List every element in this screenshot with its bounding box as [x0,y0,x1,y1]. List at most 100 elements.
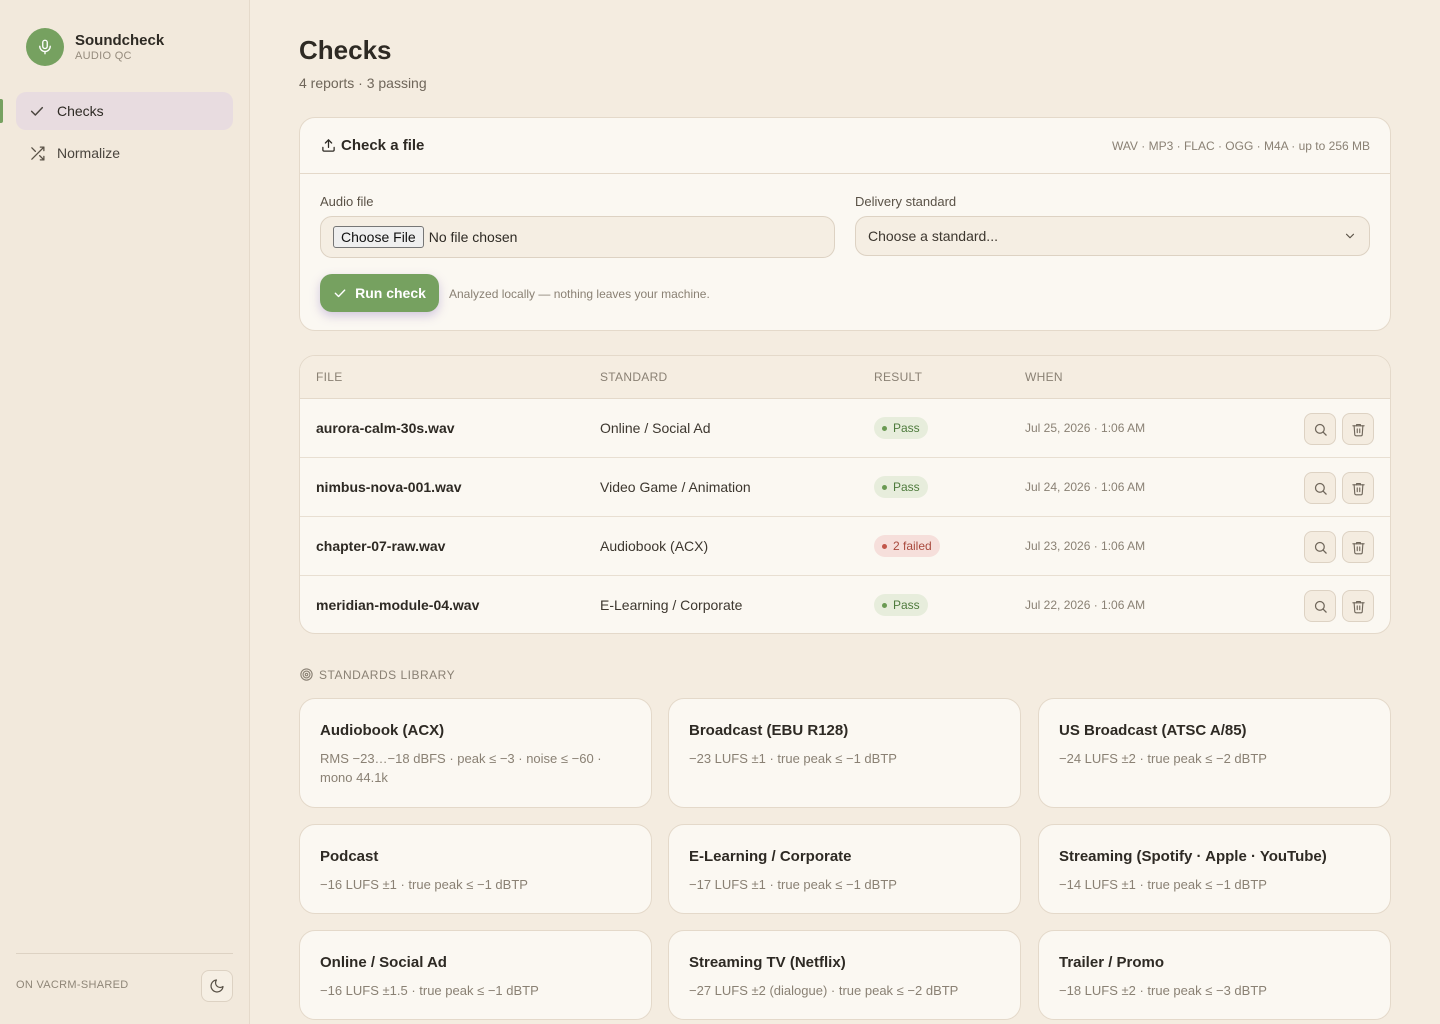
check-file-title-text: Check a file [341,137,425,154]
standard-card[interactable]: Trailer / Promo −18 LUFS ±2 · true peak … [1038,930,1391,1020]
brand-name: Soundcheck [75,31,165,49]
row-file: chapter-07-raw.wav [316,538,446,554]
run-check-label: Run check [355,285,426,301]
sidebar-item-checks[interactable]: Checks [16,92,233,130]
sidebar-item-label: Normalize [57,145,121,161]
standards-library-heading: STANDARDS LIBRARY [299,667,455,682]
status-badge-label: Pass [893,598,920,612]
search-icon [1314,482,1327,495]
standard-card[interactable]: Streaming TV (Netflix) −27 LUFS ±2 (dial… [668,930,1021,1020]
delivery-standard-label: Delivery standard [855,194,957,209]
view-report-button[interactable] [1304,531,1336,563]
sidebar-item-normalize[interactable]: Normalize [16,134,233,172]
view-report-button[interactable] [1304,413,1336,445]
row-standard: E-Learning / Corporate [600,597,743,613]
search-icon [1314,423,1327,436]
status-badge: 2 failed [874,535,940,557]
standard-name: Streaming TV (Netflix) [689,954,846,971]
status-badge: Pass [874,476,928,498]
standard-card[interactable]: Broadcast (EBU R128) −23 LUFS ±1 · true … [668,698,1021,808]
status-dot [882,425,887,431]
standard-spec: −27 LUFS ±2 (dialogue) · true peak ≤ −2 … [689,983,959,998]
delivery-standard-select[interactable]: Choose a standard... [855,216,1370,256]
standard-card[interactable]: E-Learning / Corporate −17 LUFS ±1 · tru… [668,824,1021,914]
check-icon [28,102,46,120]
row-timestamp: Jul 24, 2026 · 1:06 AM [1025,480,1146,494]
standard-name: US Broadcast (ATSC A/85) [1059,722,1247,739]
standard-card[interactable]: US Broadcast (ATSC A/85) −24 LUFS ±2 · t… [1038,698,1391,808]
row-standard: Online / Social Ad [600,420,711,436]
sidebar-nav: Checks Normalize [16,92,233,176]
standard-name: Audiobook (ACX) [320,722,445,739]
standard-spec: −16 LUFS ±1.5 · true peak ≤ −1 dBTP [320,983,539,998]
standard-card[interactable]: Audiobook (ACX) RMS −23…−18 dBFS · peak … [299,698,652,808]
status-badge-label: Pass [893,480,920,494]
standard-spec: −17 LUFS ±1 · true peak ≤ −1 dBTP [689,877,897,892]
column-header-result[interactable]: RESULT [874,370,922,384]
sidebar-item-label: Checks [57,103,104,119]
audio-file-label: Audio file [320,194,374,209]
check-file-header: Check a file WAV · MP3 · FLAC · OGG · M4… [300,118,1390,174]
table-row[interactable]: nimbus-nova-001.wav Video Game / Animati… [300,458,1390,517]
row-timestamp: Jul 23, 2026 · 1:06 AM [1025,539,1146,553]
theme-toggle-button[interactable] [201,969,233,1002]
standard-name: Broadcast (EBU R128) [689,722,849,739]
microphone-icon [26,28,64,66]
column-header-when[interactable]: WHEN [1025,370,1063,384]
reports-table: FILE STANDARD RESULT WHEN aurora-calm-30… [299,355,1391,634]
search-icon [1314,600,1327,613]
audio-file-input[interactable]: Choose File No file chosen [320,216,835,258]
standard-spec: −14 LUFS ±1 · true peak ≤ −1 dBTP [1059,877,1267,892]
active-nav-indicator [0,99,3,123]
table-row[interactable]: meridian-module-04.wav E-Learning / Corp… [300,576,1390,633]
choose-file-button[interactable]: Choose File [333,226,424,248]
row-standard: Audiobook (ACX) [600,538,709,554]
view-report-button[interactable] [1304,472,1336,504]
row-timestamp: Jul 22, 2026 · 1:06 AM [1025,598,1146,612]
row-file: aurora-calm-30s.wav [316,420,455,436]
standards-library-title: STANDARDS LIBRARY [319,667,456,682]
table-row[interactable]: aurora-calm-30s.wav Online / Social Ad P… [300,399,1390,458]
status-badge-label: Pass [893,421,920,435]
status-dot [882,543,887,549]
table-header: FILE STANDARD RESULT WHEN [300,356,1390,399]
status-dot [882,484,887,490]
table-row[interactable]: chapter-07-raw.wav Audiobook (ACX) 2 fai… [300,517,1390,576]
target-icon [300,668,313,681]
delete-report-button[interactable] [1342,413,1374,445]
check-file-card: Check a file WAV · MP3 · FLAC · OGG · M4… [299,117,1391,331]
column-header-file[interactable]: FILE [316,370,343,384]
standard-spec: −23 LUFS ±1 · true peak ≤ −1 dBTP [689,751,897,766]
standard-spec: −24 LUFS ±2 · true peak ≤ −2 dBTP [1059,751,1267,766]
status-badge: Pass [874,594,928,616]
workspace-label: ON VACRM-SHARED [16,978,129,991]
standard-name: E-Learning / Corporate [689,848,852,865]
standard-spec: RMS −23…−18 dBFS · peak ≤ −3 · noise ≤ −… [320,751,602,785]
delete-report-button[interactable] [1342,590,1374,622]
status-badge: Pass [874,417,928,439]
check-file-title: Check a file [321,137,424,154]
sidebar: Soundcheck AUDIO QC Checks Normalize ON … [0,0,250,1024]
delete-report-button[interactable] [1342,531,1374,563]
brand[interactable]: Soundcheck AUDIO QC [26,28,164,66]
brand-subtitle: AUDIO QC [75,49,132,62]
standard-card[interactable]: Online / Social Ad −16 LUFS ±1.5 · true … [299,930,652,1020]
row-standard: Video Game / Animation [600,479,751,495]
row-file: meridian-module-04.wav [316,597,480,613]
standard-card[interactable]: Streaming (Spotify · Apple · YouTube) −1… [1038,824,1391,914]
delete-report-button[interactable] [1342,472,1374,504]
standard-name: Podcast [320,848,379,865]
search-icon [1314,541,1327,554]
trash-icon [1351,482,1365,495]
standard-spec: −18 LUFS ±2 · true peak ≤ −3 dBTP [1059,983,1267,998]
standard-name: Online / Social Ad [320,954,447,971]
standard-card[interactable]: Podcast −16 LUFS ±1 · true peak ≤ −1 dBT… [299,824,652,914]
run-check-button[interactable]: Run check [320,274,439,312]
sidebar-footer: ON VACRM-SHARED [16,953,233,1003]
column-header-standard[interactable]: STANDARD [600,370,668,384]
standard-name: Streaming (Spotify · Apple · YouTube) [1059,848,1327,865]
view-report-button[interactable] [1304,590,1336,622]
shuffle-icon [28,144,46,162]
chevron-down-icon [1345,233,1355,239]
trash-icon [1351,600,1365,613]
